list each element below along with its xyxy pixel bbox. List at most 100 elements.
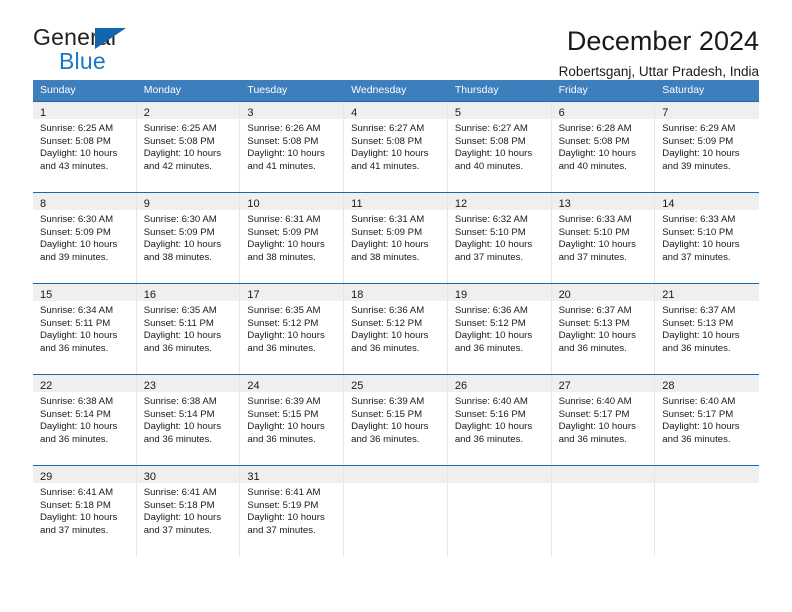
daylight-text-line2: and 36 minutes. <box>454 433 524 445</box>
day-details: Sunrise: 6:41 AM Sunset: 5:18 PM Dayligh… <box>33 483 136 537</box>
sunset-text: Sunset: 5:09 PM <box>351 226 423 238</box>
calendar-day-cell[interactable]: 18 Sunrise: 6:36 AM Sunset: 5:12 PM Dayl… <box>344 284 448 374</box>
calendar-day-cell-empty <box>655 466 759 556</box>
generalblue-logo[interactable]: General Blue <box>33 26 153 74</box>
sunrise-text: Sunrise: 6:31 AM <box>247 214 321 225</box>
daylight-text-line1: Daylight: 10 hours <box>351 148 429 160</box>
calendar-day-cell[interactable]: 9 Sunrise: 6:30 AM Sunset: 5:09 PM Dayli… <box>136 193 241 283</box>
sunset-text: Sunset: 5:19 PM <box>247 499 319 511</box>
daylight-text-line1: Daylight: 10 hours <box>662 148 740 160</box>
daylight-text-line2: and 36 minutes. <box>143 433 212 445</box>
calendar-day-cell[interactable]: 3 Sunrise: 6:26 AM Sunset: 5:08 PM Dayli… <box>240 102 345 192</box>
day-number: 28 <box>662 380 675 392</box>
calendar-day-cell[interactable]: 1 Sunrise: 6:25 AM Sunset: 5:08 PM Dayli… <box>33 102 137 192</box>
daylight-text-line1: Daylight: 10 hours <box>40 421 118 433</box>
sunrise-text: Sunrise: 6:25 AM <box>143 123 217 134</box>
calendar-day-cell[interactable]: 15 Sunrise: 6:34 AM Sunset: 5:11 PM Dayl… <box>33 284 137 374</box>
calendar-day-cell[interactable]: 8 Sunrise: 6:30 AM Sunset: 5:09 PM Dayli… <box>33 193 137 283</box>
sunset-text: Sunset: 5:08 PM <box>454 135 526 147</box>
calendar-day-cell[interactable]: 27 Sunrise: 6:40 AM Sunset: 5:17 PM Dayl… <box>551 375 656 465</box>
calendar-day-cell[interactable]: 12 Sunrise: 6:32 AM Sunset: 5:10 PM Dayl… <box>447 193 552 283</box>
calendar-day-cell[interactable]: 14 Sunrise: 6:33 AM Sunset: 5:10 PM Dayl… <box>655 193 759 283</box>
daylight-text-line1: Daylight: 10 hours <box>143 421 222 433</box>
sunset-text: Sunset: 5:18 PM <box>40 499 111 511</box>
calendar-week-row: 15 Sunrise: 6:34 AM Sunset: 5:11 PM Dayl… <box>33 283 759 374</box>
sunrise-text: Sunrise: 6:41 AM <box>40 487 114 498</box>
calendar-day-cell[interactable]: 25 Sunrise: 6:39 AM Sunset: 5:15 PM Dayl… <box>344 375 448 465</box>
calendar-day-cell[interactable]: 5 Sunrise: 6:27 AM Sunset: 5:08 PM Dayli… <box>447 102 552 192</box>
calendar-day-cell-empty <box>447 466 552 556</box>
calendar-grid: Sunday Monday Tuesday Wednesday Thursday… <box>33 80 759 556</box>
calendar-day-cell[interactable]: 26 Sunrise: 6:40 AM Sunset: 5:16 PM Dayl… <box>447 375 552 465</box>
calendar-day-cell[interactable]: 17 Sunrise: 6:35 AM Sunset: 5:12 PM Dayl… <box>240 284 345 374</box>
sunrise-text: Sunrise: 6:25 AM <box>40 123 114 134</box>
day-number-band: 9 <box>136 193 240 210</box>
calendar-day-cell[interactable]: 31 Sunrise: 6:41 AM Sunset: 5:19 PM Dayl… <box>240 466 345 556</box>
calendar-day-cell[interactable]: 6 Sunrise: 6:28 AM Sunset: 5:08 PM Dayli… <box>551 102 656 192</box>
calendar-day-cell[interactable]: 7 Sunrise: 6:29 AM Sunset: 5:09 PM Dayli… <box>655 102 759 192</box>
calendar-day-cell[interactable]: 22 Sunrise: 6:38 AM Sunset: 5:14 PM Dayl… <box>33 375 137 465</box>
calendar-day-cell[interactable]: 28 Sunrise: 6:40 AM Sunset: 5:17 PM Dayl… <box>655 375 759 465</box>
sunrise-text: Sunrise: 6:38 AM <box>143 396 217 407</box>
daylight-text-line1: Daylight: 10 hours <box>454 148 533 160</box>
sunrise-text: Sunrise: 6:32 AM <box>454 214 528 225</box>
calendar-day-cell[interactable]: 20 Sunrise: 6:37 AM Sunset: 5:13 PM Dayl… <box>551 284 656 374</box>
day-number-band: 29 <box>33 466 136 483</box>
day-details: Sunrise: 6:41 AM Sunset: 5:18 PM Dayligh… <box>137 483 240 537</box>
sunset-text: Sunset: 5:12 PM <box>247 317 319 329</box>
sunset-text: Sunset: 5:18 PM <box>143 499 215 511</box>
day-number: 16 <box>143 289 156 301</box>
calendar-week-row: 8 Sunrise: 6:30 AM Sunset: 5:09 PM Dayli… <box>33 192 759 283</box>
calendar-day-cell-empty <box>551 466 656 556</box>
daylight-text-line2: and 43 minutes. <box>40 160 109 172</box>
day-details: Sunrise: 6:27 AM Sunset: 5:08 PM Dayligh… <box>448 119 551 173</box>
day-details: Sunrise: 6:25 AM Sunset: 5:08 PM Dayligh… <box>137 119 240 173</box>
sunrise-text: Sunrise: 6:33 AM <box>558 214 632 225</box>
day-number-band: 31 <box>240 466 344 483</box>
day-number-band: 15 <box>33 284 136 301</box>
day-number-band <box>551 466 655 483</box>
day-details: Sunrise: 6:38 AM Sunset: 5:14 PM Dayligh… <box>33 392 136 446</box>
day-number: 30 <box>143 471 156 483</box>
weekday-header-monday: Monday <box>143 84 182 96</box>
day-number-band: 17 <box>240 284 344 301</box>
calendar-day-cell[interactable]: 11 Sunrise: 6:31 AM Sunset: 5:09 PM Dayl… <box>344 193 448 283</box>
daylight-text-line1: Daylight: 10 hours <box>247 148 325 160</box>
calendar-day-cell[interactable]: 21 Sunrise: 6:37 AM Sunset: 5:13 PM Dayl… <box>655 284 759 374</box>
daylight-text-line2: and 36 minutes. <box>662 342 731 354</box>
sunrise-text: Sunrise: 6:35 AM <box>143 305 217 316</box>
weekday-header-wednesday: Wednesday <box>351 84 407 96</box>
day-number: 1 <box>40 107 47 119</box>
calendar-day-cell[interactable]: 16 Sunrise: 6:35 AM Sunset: 5:11 PM Dayl… <box>136 284 241 374</box>
day-details: Sunrise: 6:38 AM Sunset: 5:14 PM Dayligh… <box>137 392 240 446</box>
day-details: Sunrise: 6:26 AM Sunset: 5:08 PM Dayligh… <box>240 119 343 173</box>
daylight-text-line2: and 37 minutes. <box>143 524 212 536</box>
daylight-text-line2: and 36 minutes. <box>351 433 420 445</box>
logo-text-general: General <box>33 24 117 50</box>
calendar-day-cell[interactable]: 10 Sunrise: 6:31 AM Sunset: 5:09 PM Dayl… <box>240 193 345 283</box>
sunset-text: Sunset: 5:15 PM <box>247 408 319 420</box>
daylight-text-line2: and 37 minutes. <box>247 524 316 536</box>
calendar-day-cell[interactable]: 4 Sunrise: 6:27 AM Sunset: 5:08 PM Dayli… <box>344 102 448 192</box>
daylight-text-line2: and 40 minutes. <box>454 160 524 172</box>
calendar-day-cell[interactable]: 24 Sunrise: 6:39 AM Sunset: 5:15 PM Dayl… <box>240 375 345 465</box>
calendar-day-cell[interactable]: 29 Sunrise: 6:41 AM Sunset: 5:18 PM Dayl… <box>33 466 137 556</box>
calendar-day-cell[interactable]: 30 Sunrise: 6:41 AM Sunset: 5:18 PM Dayl… <box>136 466 241 556</box>
calendar-day-cell[interactable]: 19 Sunrise: 6:36 AM Sunset: 5:12 PM Dayl… <box>447 284 552 374</box>
sunrise-text: Sunrise: 6:27 AM <box>351 123 425 134</box>
calendar-day-cell[interactable]: 2 Sunrise: 6:25 AM Sunset: 5:08 PM Dayli… <box>136 102 241 192</box>
daylight-text-line2: and 36 minutes. <box>143 342 212 354</box>
daylight-text-line1: Daylight: 10 hours <box>454 239 533 251</box>
sunrise-text: Sunrise: 6:41 AM <box>143 487 217 498</box>
calendar-day-cell[interactable]: 13 Sunrise: 6:33 AM Sunset: 5:10 PM Dayl… <box>551 193 656 283</box>
day-details: Sunrise: 6:29 AM Sunset: 5:09 PM Dayligh… <box>655 119 759 173</box>
daylight-text-line1: Daylight: 10 hours <box>143 512 222 524</box>
sunset-text: Sunset: 5:16 PM <box>454 408 526 420</box>
daylight-text-line1: Daylight: 10 hours <box>351 421 429 433</box>
weekday-header-tuesday: Tuesday <box>247 84 288 96</box>
sunrise-text: Sunrise: 6:34 AM <box>40 305 114 316</box>
daylight-text-line2: and 36 minutes. <box>247 342 316 354</box>
daylight-text-line2: and 39 minutes. <box>40 251 109 263</box>
calendar-day-cell[interactable]: 23 Sunrise: 6:38 AM Sunset: 5:14 PM Dayl… <box>136 375 241 465</box>
sunrise-text: Sunrise: 6:40 AM <box>454 396 528 407</box>
